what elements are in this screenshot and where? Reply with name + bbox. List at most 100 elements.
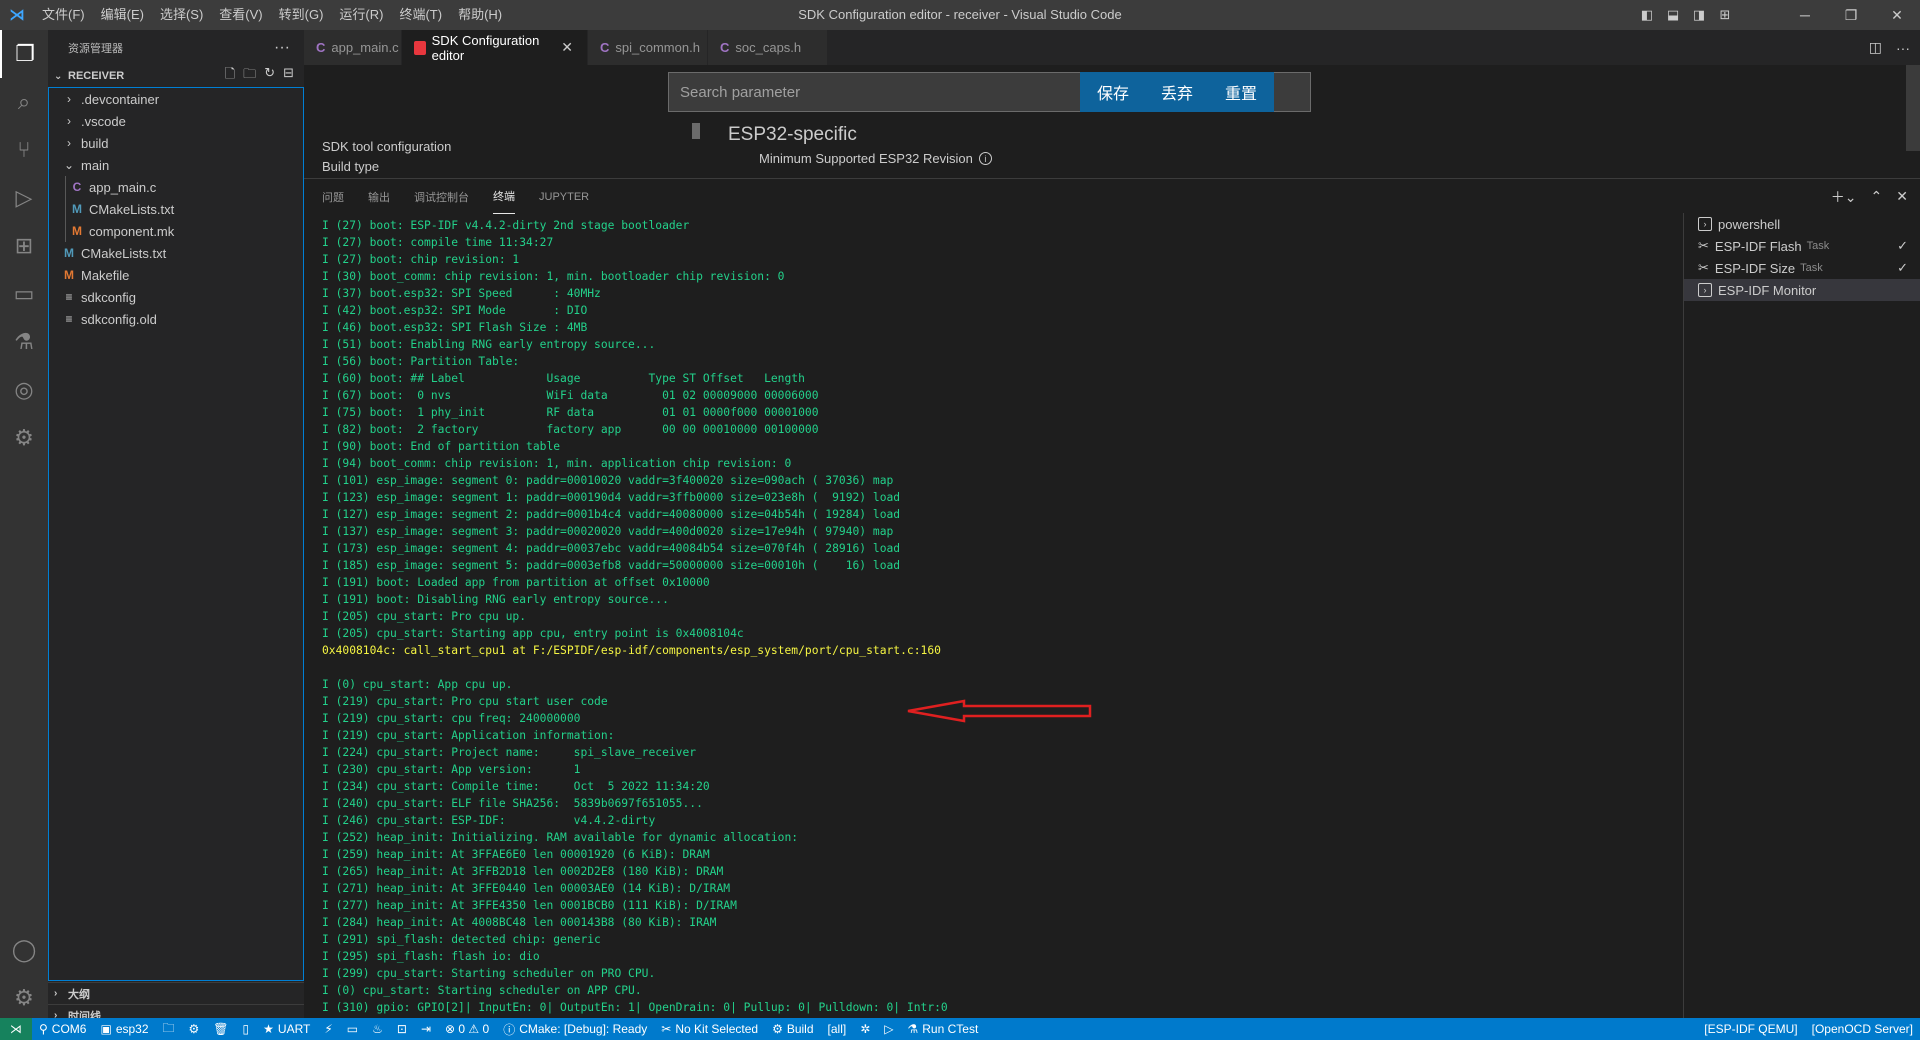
more-actions-icon[interactable]: ··· xyxy=(274,39,290,57)
menu-item[interactable]: 运行(R) xyxy=(331,0,391,30)
status-item[interactable]: ⊡ xyxy=(390,1018,414,1040)
status-item[interactable]: 🗑 xyxy=(206,1018,235,1040)
info-icon[interactable]: i xyxy=(978,152,992,165)
menu-item[interactable]: 编辑(E) xyxy=(93,0,152,30)
status-item[interactable]: ⊗ 0 ⚠ 0 xyxy=(438,1018,496,1040)
workspace-root[interactable]: ⌄ RECEIVER 🗋 🗀 ↻ ⊟ xyxy=(48,65,304,87)
manage-gear-icon[interactable]: ⚙ xyxy=(0,974,48,1022)
terminal-output[interactable]: I (27) boot: ESP-IDF v4.4.2-dirty 2nd st… xyxy=(322,217,1682,1017)
status-item[interactable]: ⓘ CMake: [Debug]: Ready xyxy=(496,1018,654,1040)
remote-explorer-icon[interactable]: ▭ xyxy=(0,270,48,318)
tree-item[interactable]: › .devcontainer xyxy=(49,88,303,110)
status-item[interactable]: 🗀 xyxy=(156,1018,182,1040)
editor-tab[interactable]: SDK Configuration editor ✕ xyxy=(402,30,588,65)
toggle-panel-icon[interactable]: ⬓ xyxy=(1663,5,1683,25)
tree-item[interactable]: ≡ sdkconfig xyxy=(49,286,303,308)
panel-tab[interactable]: 调试控制台 xyxy=(414,179,469,214)
config-menu-item[interactable]: SDK tool configuration xyxy=(322,137,451,157)
tree-item[interactable]: › .vscode xyxy=(49,110,303,132)
editor-tab[interactable]: Cspi_common.h xyxy=(588,30,708,65)
source-control-icon[interactable]: ⑂ xyxy=(0,126,48,174)
terminal-list-item[interactable]: ✂ ESP-IDF Flash Task ✓ xyxy=(1684,235,1920,257)
panel-tabs: 问题 输出 调试控制台 终端 JUPYTER xyxy=(304,179,1920,214)
close-window-icon[interactable]: ✕ xyxy=(1874,0,1920,30)
status-item[interactable]: ★ UART xyxy=(256,1018,317,1040)
search-icon[interactable]: ⌕ xyxy=(0,78,48,126)
menu-item[interactable]: 查看(V) xyxy=(211,0,270,30)
minimize-icon[interactable]: ─ xyxy=(1782,0,1828,30)
tree-item[interactable]: M Makefile xyxy=(49,264,303,286)
tree-item[interactable]: ⌄ main xyxy=(49,154,303,176)
remote-indicator-icon[interactable]: ⋊ xyxy=(0,1018,32,1040)
status-item[interactable]: ✲ xyxy=(853,1018,877,1040)
panel-tab[interactable]: 问题 xyxy=(322,179,344,214)
restore-icon[interactable]: ❐ xyxy=(1828,0,1874,30)
menu-item[interactable]: 终端(T) xyxy=(391,0,450,30)
new-folder-icon[interactable]: 🗀 xyxy=(243,65,256,87)
status-label: CMake: [Debug]: Ready xyxy=(519,1022,648,1036)
status-item[interactable]: ⚲ COM6 xyxy=(32,1018,93,1040)
tree-item[interactable]: Capp_main.c xyxy=(49,176,303,198)
terminal-line: I (101) esp_image: segment 0: paddr=0001… xyxy=(322,474,894,487)
maximize-panel-icon[interactable]: ⌃ xyxy=(1871,188,1883,205)
status-item-right[interactable]: [OpenOCD Server] xyxy=(1805,1018,1920,1040)
tree-item[interactable]: M CMakeLists.txt xyxy=(49,198,303,220)
status-label: esp32 xyxy=(115,1022,149,1036)
status-item[interactable]: ⚗ Run CTest xyxy=(901,1018,986,1040)
save-button[interactable]: 保存 xyxy=(1080,72,1146,112)
new-file-icon[interactable]: 🗋 xyxy=(225,65,235,87)
status-item[interactable]: [all] xyxy=(821,1018,854,1040)
panel-tab[interactable]: 终端 xyxy=(493,179,515,214)
status-item[interactable]: ▯ xyxy=(236,1018,257,1040)
discard-button[interactable]: 丢弃 xyxy=(1144,72,1210,112)
bottom-panel: 问题 输出 调试控制台 终端 JUPYTER ＋⌄ ⌃ ✕ I (27) boot: E… xyxy=(304,178,1920,1019)
menu-item[interactable]: 文件(F) xyxy=(34,0,93,30)
tree-item[interactable]: M CMakeLists.txt xyxy=(49,242,303,264)
status-item[interactable]: ⚙ xyxy=(182,1018,207,1040)
explorer-icon[interactable]: ❐ xyxy=(0,30,48,78)
toggle-primary-sidebar-icon[interactable]: ◧ xyxy=(1637,5,1657,25)
status-item[interactable]: ⇥ xyxy=(414,1018,438,1040)
close-panel-icon[interactable]: ✕ xyxy=(1896,188,1908,205)
run-debug-icon[interactable]: ▷ xyxy=(0,174,48,222)
status-item[interactable]: ▣ esp32 xyxy=(93,1018,155,1040)
status-item[interactable]: ⚙ Build xyxy=(765,1018,820,1040)
cmake-icon[interactable]: ⚙ xyxy=(0,414,48,462)
extensions-icon[interactable]: ⊞ xyxy=(0,222,48,270)
tree-item[interactable]: Mcomponent.mk xyxy=(49,220,303,242)
split-editor-icon[interactable]: ◫ xyxy=(1869,39,1882,56)
editor-tab[interactable]: Csoc_caps.h xyxy=(708,30,828,65)
menu-item[interactable]: 选择(S) xyxy=(152,0,211,30)
customize-layout-icon[interactable]: ⊞ xyxy=(1715,5,1735,25)
panel-tab[interactable]: 输出 xyxy=(368,179,390,214)
menu-item[interactable]: 帮助(H) xyxy=(450,0,510,30)
status-item-right[interactable]: [ESP-IDF QEMU] xyxy=(1697,1018,1804,1040)
more-actions-icon[interactable]: ··· xyxy=(1896,40,1910,56)
config-menu-item[interactable]: Build type xyxy=(322,157,451,177)
refresh-icon[interactable]: ↻ xyxy=(264,65,275,87)
status-item[interactable]: ⚡ xyxy=(317,1018,339,1040)
reset-button[interactable]: 重置 xyxy=(1208,72,1274,112)
collapse-all-icon[interactable]: ⊟ xyxy=(283,65,294,87)
terminal-list-item[interactable]: › powershell xyxy=(1684,213,1920,235)
menu-item[interactable]: 转到(G) xyxy=(271,0,332,30)
terminal-line: I (277) heap_init: At 3FFE4350 len 0001B… xyxy=(322,899,737,912)
editor-tab[interactable]: Capp_main.c xyxy=(304,30,402,65)
tree-item[interactable]: ≡ sdkconfig.old xyxy=(49,308,303,330)
new-terminal-icon[interactable]: ＋⌄ xyxy=(1831,187,1857,207)
status-item[interactable]: ▷ xyxy=(877,1018,900,1040)
status-item[interactable]: ♨ xyxy=(365,1018,390,1040)
close-tab-icon[interactable]: ✕ xyxy=(561,39,573,56)
terminal-list-item[interactable]: › ESP-IDF Monitor xyxy=(1684,279,1920,301)
panel-tab[interactable]: JUPYTER xyxy=(539,179,589,214)
sidebar-section[interactable]: › 大纲 xyxy=(48,982,304,1004)
terminal-list-item[interactable]: ✂ ESP-IDF Size Task ✓ xyxy=(1684,257,1920,279)
status-item[interactable]: ▭ xyxy=(340,1018,365,1040)
status-item[interactable]: ✂ No Kit Selected xyxy=(654,1018,765,1040)
toggle-secondary-sidebar-icon[interactable]: ◨ xyxy=(1689,5,1709,25)
testing-icon[interactable]: ⚗ xyxy=(0,318,48,366)
tree-item[interactable]: › build xyxy=(49,132,303,154)
accounts-icon[interactable]: ◯ xyxy=(0,926,48,974)
espressif-icon[interactable]: ◎ xyxy=(0,366,48,414)
editor-scrollbar[interactable] xyxy=(1906,65,1920,151)
